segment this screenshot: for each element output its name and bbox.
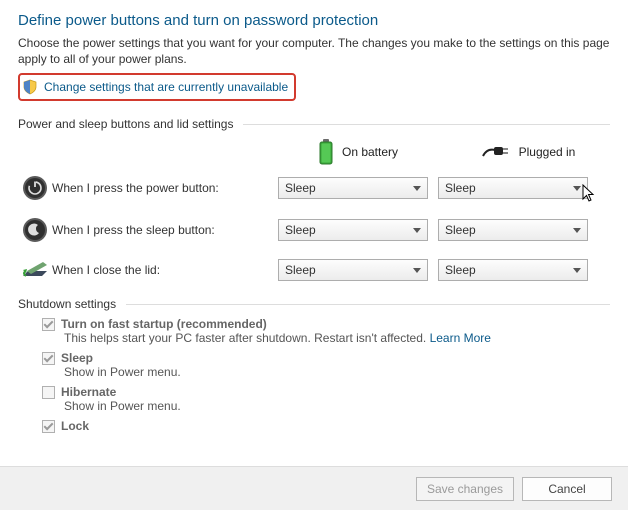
page-subtitle: Choose the power settings that you want … [18, 35, 610, 67]
lid-battery-select[interactable]: Sleep [278, 259, 428, 281]
chevron-down-icon [413, 268, 421, 273]
sleep-label: Sleep [61, 351, 93, 365]
chevron-down-icon [413, 228, 421, 233]
chevron-down-icon [573, 268, 581, 273]
shutdown-heading: Shutdown settings [18, 297, 116, 311]
sleep-button-icon [18, 217, 52, 243]
fast-startup-label: Turn on fast startup (recommended) [61, 317, 267, 331]
power-button-battery-select[interactable]: Sleep [278, 177, 428, 199]
plug-icon [481, 144, 511, 160]
save-changes-button[interactable]: Save changes [416, 477, 514, 501]
sleep-button-plugged-select[interactable]: Sleep [438, 219, 588, 241]
sleep-sub: Show in Power menu. [64, 365, 610, 379]
battery-icon [318, 139, 334, 165]
divider [243, 124, 610, 125]
divider [126, 304, 610, 305]
sleep-button-label: When I press the sleep button: [52, 223, 278, 237]
hibernate-label: Hibernate [61, 385, 116, 399]
power-button-plugged-select[interactable]: Sleep [438, 177, 588, 199]
change-settings-link[interactable]: Change settings that are currently unava… [18, 73, 296, 101]
plugged-in-label: Plugged in [519, 145, 576, 159]
sleep-checkbox[interactable] [42, 352, 55, 365]
footer-bar: Save changes Cancel [0, 466, 628, 510]
change-settings-link-text: Change settings that are currently unava… [44, 80, 288, 94]
learn-more-link[interactable]: Learn More [430, 331, 491, 345]
lock-label: Lock [61, 419, 89, 433]
shield-icon [22, 79, 38, 95]
hibernate-checkbox[interactable] [42, 386, 55, 399]
chevron-down-icon [573, 186, 581, 191]
sleep-button-battery-select[interactable]: Sleep [278, 219, 428, 241]
hibernate-sub: Show in Power menu. [64, 399, 610, 413]
power-button-icon [18, 175, 52, 201]
cancel-button[interactable]: Cancel [522, 477, 612, 501]
fast-startup-sub: This helps start your PC faster after sh… [64, 331, 426, 345]
page-title: Define power buttons and turn on passwor… [18, 12, 610, 29]
lid-icon [18, 259, 52, 281]
chevron-down-icon [573, 228, 581, 233]
lid-plugged-select[interactable]: Sleep [438, 259, 588, 281]
power-button-label: When I press the power button: [52, 181, 278, 195]
lock-checkbox[interactable] [42, 420, 55, 433]
chevron-down-icon [413, 186, 421, 191]
fast-startup-checkbox[interactable] [42, 318, 55, 331]
on-battery-label: On battery [342, 145, 398, 159]
lid-label: When I close the lid: [52, 263, 278, 277]
power-buttons-heading: Power and sleep buttons and lid settings [18, 117, 233, 131]
